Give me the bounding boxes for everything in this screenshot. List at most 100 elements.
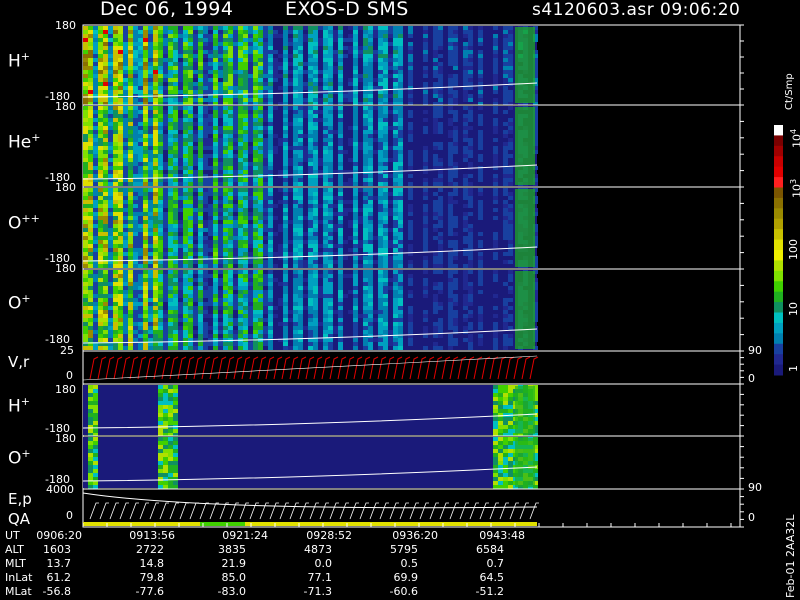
spectrogram-cell	[223, 126, 228, 130]
spectrogram-cell	[123, 212, 128, 216]
spectrogram-cell	[198, 248, 203, 252]
spectrogram-cell	[128, 106, 133, 110]
spectrogram-cell	[143, 54, 148, 58]
spectrogram-cell	[233, 82, 238, 86]
spectrogram-cell	[233, 26, 238, 30]
spectrogram-cell	[253, 154, 258, 158]
spectrogram-cell	[353, 244, 358, 248]
spectrogram-cell	[363, 42, 368, 46]
spectrogram-cell	[168, 46, 173, 50]
spectrogram-cell	[98, 98, 103, 102]
spectrogram-cell	[133, 306, 138, 310]
spectrogram-cell	[228, 154, 233, 158]
spectrogram-cell	[208, 38, 213, 42]
spectrogram-cell	[243, 342, 248, 346]
spectrogram-cell	[228, 294, 233, 298]
spectrogram-cell	[143, 298, 148, 302]
spectrogram-cell	[173, 158, 178, 162]
spectrogram-cell	[493, 188, 498, 192]
spectrogram-cell	[373, 138, 378, 142]
spectrogram-cell	[238, 78, 243, 82]
spectrogram-cell	[283, 106, 288, 110]
spectrogram-cell	[378, 248, 383, 252]
spectrogram-cell	[103, 216, 108, 220]
spectrogram-cell	[323, 220, 328, 224]
spectrogram-cell	[118, 290, 123, 294]
spectrogram-cell	[338, 130, 343, 134]
spectrogram-cell	[113, 74, 118, 78]
spectrogram-cell	[103, 212, 108, 216]
spectrogram-cell	[228, 46, 233, 50]
spectrogram-cell	[468, 70, 473, 74]
spectrogram-cell	[173, 114, 178, 118]
spectrogram-cell	[368, 98, 373, 102]
spectrogram-cell	[398, 98, 403, 102]
spectrogram-cell	[88, 334, 93, 338]
spectrogram-cell	[258, 228, 263, 232]
spectrogram-cell	[363, 130, 368, 134]
spectrogram-cell	[168, 74, 173, 78]
spectrogram-cell	[463, 236, 468, 240]
spectrogram-cell	[173, 270, 178, 274]
spectrogram-cell	[163, 126, 168, 130]
spectrogram-cell	[293, 150, 298, 154]
spectrogram-cell	[308, 158, 313, 162]
spectrogram-cell	[313, 118, 318, 122]
spectrogram-cell	[133, 188, 138, 192]
spectrogram-cell	[218, 82, 223, 86]
spectrogram-cell	[193, 270, 198, 274]
spectrogram-cell	[463, 196, 468, 200]
spectrogram-cell	[493, 162, 498, 166]
spectrogram-cell	[228, 204, 233, 208]
spectrogram-cell	[253, 240, 258, 244]
spectrogram-cell	[263, 278, 268, 282]
spectrogram-cell	[128, 138, 133, 142]
spectrogram-cell	[153, 298, 158, 302]
spectrogram-cell	[223, 212, 228, 216]
spectrogram-cell	[88, 138, 93, 142]
spectrogram-cell	[228, 74, 233, 78]
spectrogram-cell	[233, 114, 238, 118]
spectrogram-cell	[118, 346, 123, 350]
spectrogram-cell	[283, 232, 288, 236]
spectrogram-cell	[338, 30, 343, 34]
spectrogram-cell	[258, 122, 263, 126]
spectrogram-cell	[338, 126, 343, 130]
spectrogram-cell	[268, 38, 273, 42]
spectrogram-cell	[368, 264, 373, 268]
spectrogram-cell	[193, 228, 198, 232]
spectrogram-cell	[123, 62, 128, 66]
spectrogram-cell	[153, 252, 158, 256]
spectrogram-cell	[158, 154, 163, 158]
spectrogram-cell	[378, 30, 383, 34]
spectrogram-cell	[478, 188, 483, 192]
spectrogram-cell	[318, 162, 323, 166]
spectrogram-cell	[313, 294, 318, 298]
spectrogram-cell	[433, 26, 438, 30]
spectrogram-cell	[248, 66, 253, 70]
spectrogram-cell	[308, 220, 313, 224]
spectrogram-cell	[248, 138, 253, 142]
spectrogram-cell	[198, 126, 203, 130]
spectrogram-cell	[103, 138, 108, 142]
spectrogram-cell	[193, 178, 198, 182]
spectrogram-cell	[268, 196, 273, 200]
spectrogram-cell	[238, 200, 243, 204]
spectrogram-cell	[453, 78, 458, 82]
spectrogram-cell	[283, 46, 288, 50]
spectrogram-cell	[168, 306, 173, 310]
spectrogram-cell	[313, 290, 318, 294]
spectrogram-cell	[218, 70, 223, 74]
spectrogram-cell	[423, 188, 428, 192]
spectrogram-cell	[378, 42, 383, 46]
spectrogram-cell	[503, 58, 508, 62]
spectrogram-cell	[368, 150, 373, 154]
spectrogram-cell	[198, 138, 203, 142]
spectrogram-cell	[438, 98, 443, 102]
spectrogram-cell	[258, 30, 263, 34]
spectrogram-cell	[208, 302, 213, 306]
spectrogram-cell	[253, 314, 258, 318]
spectrogram-cell	[323, 260, 328, 264]
spectrogram-cell	[508, 54, 513, 58]
spectrogram-cell	[198, 278, 203, 282]
